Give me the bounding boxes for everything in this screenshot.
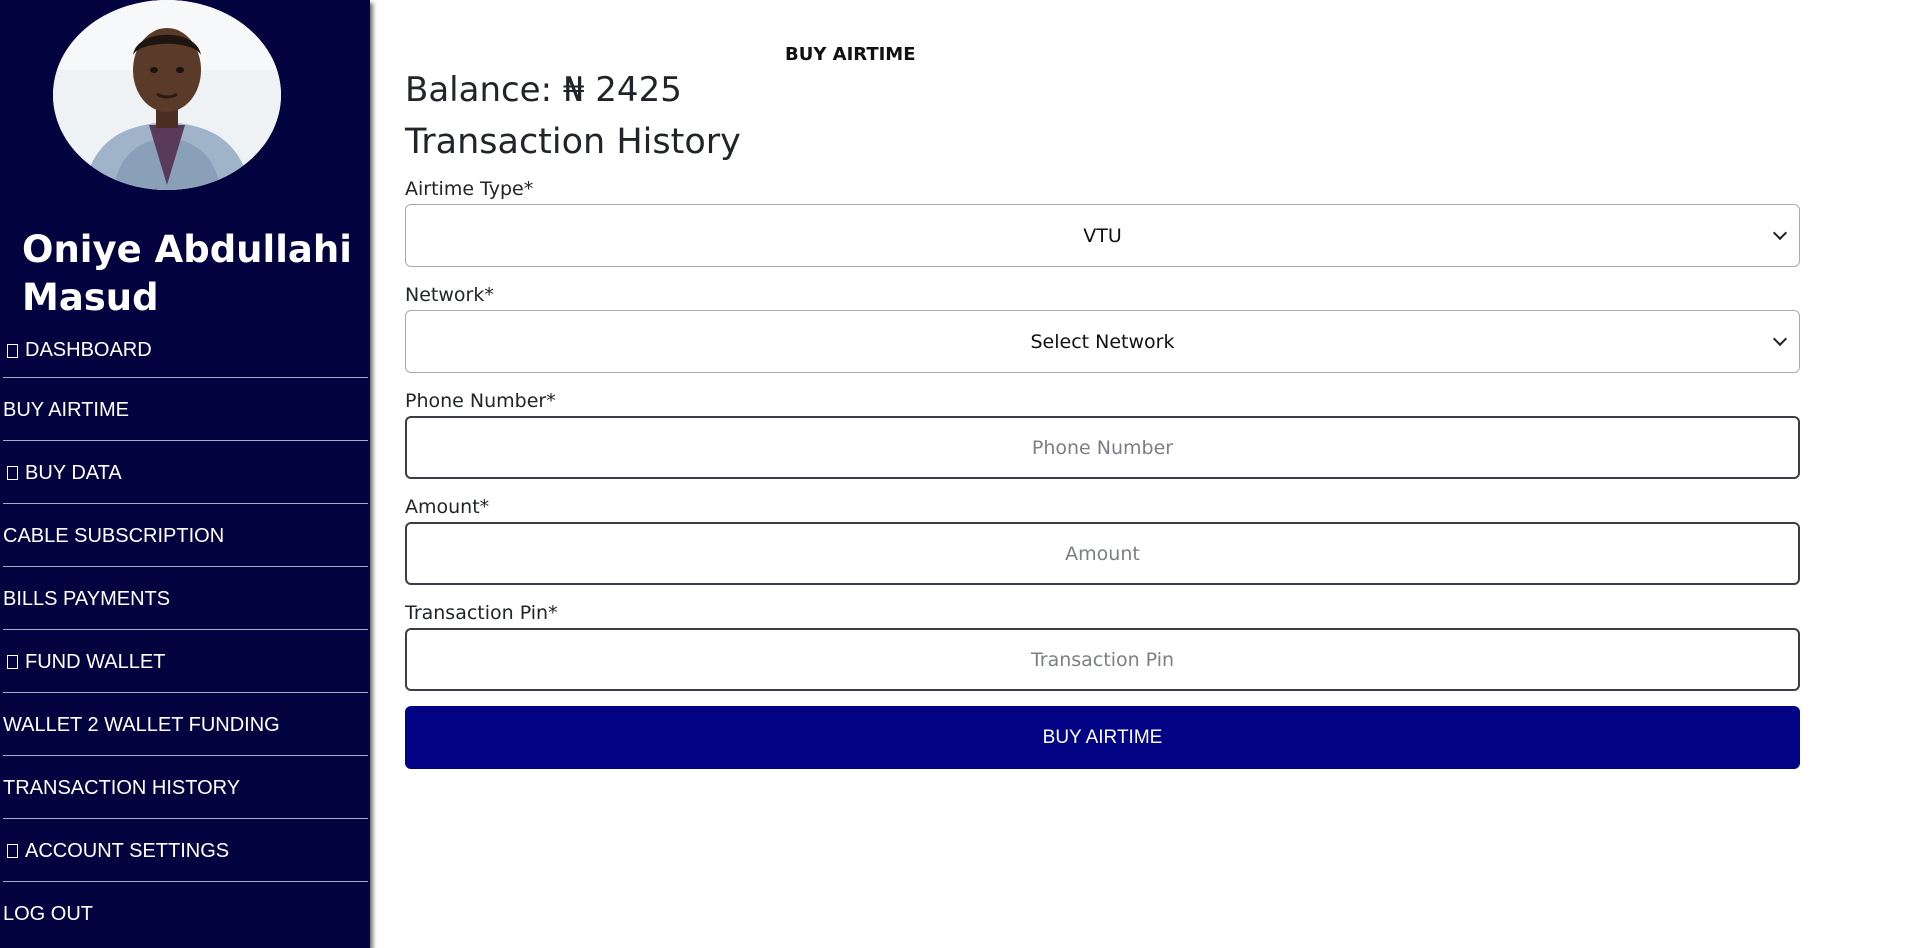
buy-airtime-button[interactable]: BUY AIRTIME (405, 706, 1800, 769)
sidebar-item-label: ACCOUNT SETTINGS (25, 839, 230, 862)
airtime-type-value: VTU (1083, 224, 1122, 247)
sidebar-item-account-settings[interactable]: ACCOUNT SETTINGS (3, 819, 368, 882)
sidebar-item-label: DASHBOARD (25, 339, 152, 361)
page-heading: BUY AIRTIME (785, 44, 916, 65)
airtime-type-label: Airtime Type* (405, 178, 534, 200)
sidebar-item-buy-airtime[interactable]: BUY AIRTIME (3, 378, 368, 441)
transaction-pin-input[interactable]: Transaction Pin (405, 628, 1800, 691)
profile-photo (53, 0, 281, 190)
user-name: Oniye Abdullahi Masud (22, 228, 352, 319)
sidebar-item-transaction-history[interactable]: TRANSACTION HISTORY (3, 756, 368, 819)
chevron-down-icon (1772, 225, 1788, 241)
placeholder-box-icon (7, 655, 18, 669)
sidebar-item-wallet-2-wallet-funding[interactable]: WALLET 2 WALLET FUNDING (3, 693, 368, 756)
avatar[interactable] (53, 0, 281, 190)
sidebar: Oniye Abdullahi Masud DASHBOARD BUY AIRT… (0, 0, 370, 948)
sidebar-item-label: CABLE SUBSCRIPTION (3, 524, 225, 547)
sidebar-item-label: FUND WALLET (25, 650, 166, 673)
placeholder-box-icon (7, 844, 18, 858)
wallet-balance: Balance: ₦ 2425 (405, 70, 682, 110)
sidebar-item-label: WALLET 2 WALLET FUNDING (3, 713, 280, 736)
phone-number-placeholder: Phone Number (1031, 436, 1174, 459)
sidebar-item-label: BUY DATA (25, 461, 122, 484)
phone-number-input[interactable]: Phone Number (405, 416, 1800, 479)
sidebar-item-fund-wallet[interactable]: FUND WALLET (3, 630, 368, 693)
transaction-pin-label: Transaction Pin* (405, 602, 558, 624)
sidebar-item-label: BILLS PAYMENTS (3, 587, 171, 610)
sidebar-item-dashboard[interactable]: DASHBOARD (3, 322, 368, 378)
phone-number-label: Phone Number* (405, 390, 556, 412)
placeholder-box-icon (7, 343, 18, 358)
sidebar-item-label: TRANSACTION HISTORY (3, 776, 241, 799)
sidebar-item-log-out[interactable]: LOG OUT (3, 882, 368, 945)
sidebar-item-bills-payments[interactable]: BILLS PAYMENTS (3, 567, 368, 630)
placeholder-box-icon (7, 466, 18, 480)
amount-label: Amount* (405, 496, 490, 518)
amount-placeholder: Amount (1065, 542, 1140, 565)
chevron-down-icon (1772, 331, 1788, 347)
sidebar-nav: DASHBOARD BUY AIRTIME BUY DATA CABLE SUB… (0, 322, 370, 945)
amount-input[interactable]: Amount (405, 522, 1800, 585)
network-label: Network* (405, 284, 494, 306)
network-value: Select Network (1030, 330, 1175, 353)
sidebar-item-cable-subscription[interactable]: CABLE SUBSCRIPTION (3, 504, 368, 567)
network-select[interactable]: Select Network (405, 310, 1800, 373)
sidebar-item-buy-data[interactable]: BUY DATA (3, 441, 368, 504)
transaction-pin-placeholder: Transaction Pin (1030, 648, 1175, 671)
transaction-history-title[interactable]: Transaction History (405, 122, 741, 162)
airtime-type-select[interactable]: VTU (405, 204, 1800, 267)
sidebar-item-label: BUY AIRTIME (3, 398, 129, 421)
sidebar-item-label: LOG OUT (3, 903, 94, 925)
